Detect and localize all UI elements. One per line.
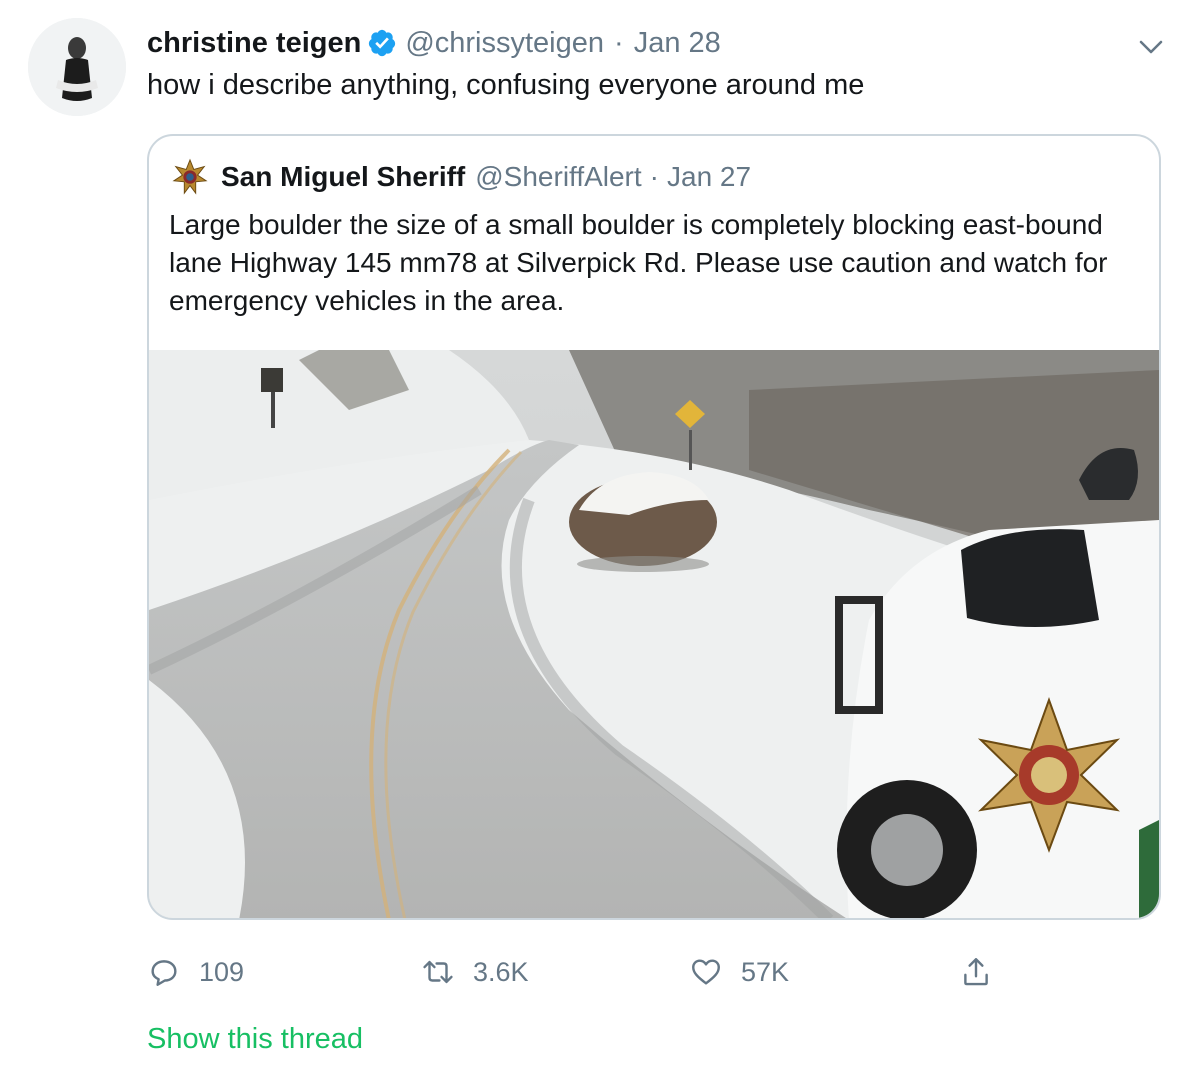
retweet-icon	[423, 960, 453, 984]
verified-badge-icon	[367, 28, 397, 58]
quoted-date[interactable]: Jan 27	[667, 159, 751, 195]
retweet-count: 3.6K	[473, 956, 529, 987]
share-icon	[964, 958, 988, 986]
share-button[interactable]	[959, 948, 1011, 996]
reply-icon	[151, 960, 177, 986]
retweet-button[interactable]: 3.6K	[421, 948, 529, 996]
reply-count: 109	[199, 956, 245, 987]
author-name[interactable]: christine teigen	[147, 24, 361, 62]
quoted-tweet-image[interactable]	[149, 350, 1159, 918]
heart-icon	[692, 959, 720, 985]
quoted-separator: ·	[649, 161, 659, 192]
tweet-header: christine teigen @chrissyteigen · Jan 28	[147, 24, 721, 62]
quoted-author-handle[interactable]: @SheriffAlert	[475, 159, 641, 195]
like-button[interactable]: 57K	[689, 948, 789, 996]
header-separator: ·	[614, 27, 624, 59]
tweet-actions: 109 3.6K 57K	[147, 948, 1007, 996]
like-count: 57K	[741, 956, 790, 987]
tweet-text: how i describe anything, confusing every…	[147, 69, 865, 101]
author-handle[interactable]: @chrissyteigen	[405, 24, 604, 62]
reply-button[interactable]: 109	[147, 948, 244, 996]
sheriff-star-icon[interactable]	[171, 158, 209, 196]
quoted-tweet[interactable]: San Miguel Sheriff @SheriffAlert · Jan 2…	[147, 134, 1161, 920]
author-avatar[interactable]	[28, 18, 126, 116]
show-thread-link[interactable]: Show this thread	[147, 1020, 363, 1058]
quoted-tweet-header: San Miguel Sheriff @SheriffAlert · Jan 2…	[171, 158, 751, 196]
chevron-down-icon[interactable]	[1136, 32, 1166, 62]
quoted-author-name[interactable]: San Miguel Sheriff	[221, 159, 465, 195]
quoted-tweet-text: Large boulder the size of a small boulde…	[169, 209, 1108, 316]
tweet-date[interactable]: Jan 28	[634, 24, 721, 62]
